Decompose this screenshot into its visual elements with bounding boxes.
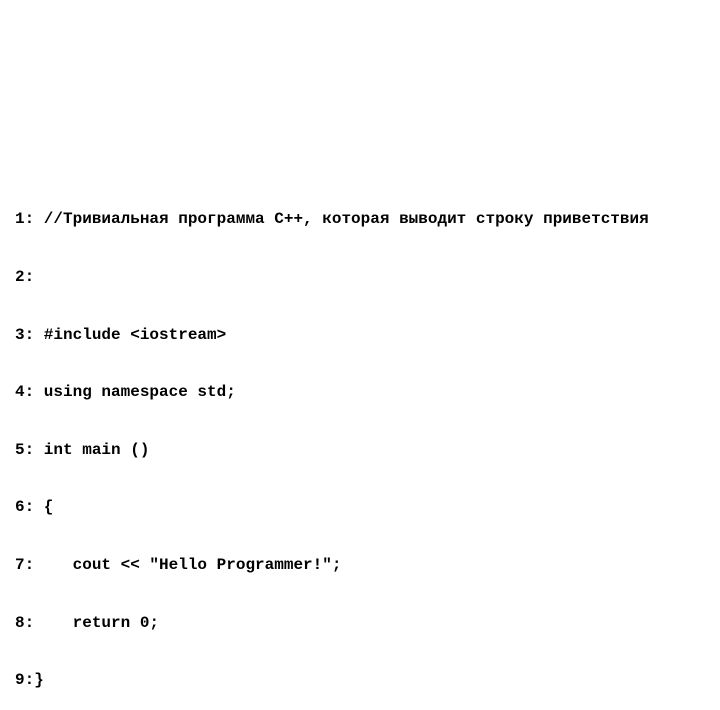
code-line-9: 9:} xyxy=(15,671,44,690)
code-line-7: 7: cout << "Hello Programmer!"; xyxy=(15,555,342,574)
code-listing: 1: //Тривиальная программа С++, которая … xyxy=(15,172,649,710)
code-line-3: 3: #include <iostream> xyxy=(15,325,227,344)
code-line-8: 8: return 0; xyxy=(15,613,160,632)
code-line-1: 1: //Тривиальная программа С++, которая … xyxy=(15,210,649,229)
code-line-4: 4: using namespace std; xyxy=(15,383,236,402)
code-line-5: 5: int main () xyxy=(15,440,150,459)
code-line-6: 6: { xyxy=(15,498,54,517)
code-line-2: 2: xyxy=(15,268,35,286)
